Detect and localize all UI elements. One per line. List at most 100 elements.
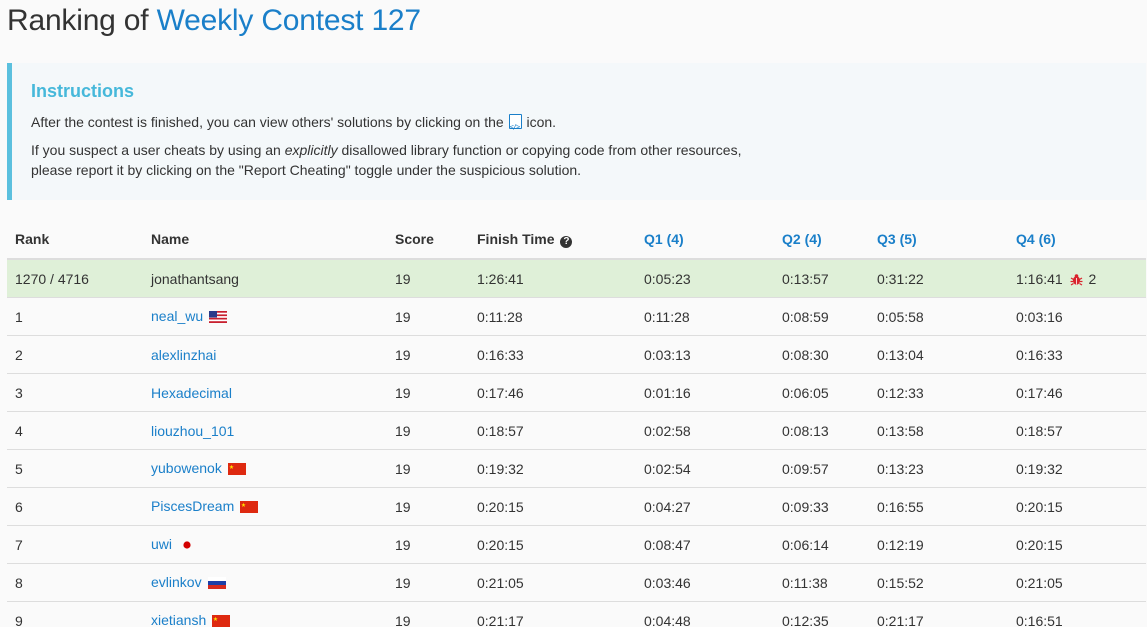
instructions-panel: Instructions After the contest is finish… bbox=[7, 63, 1146, 200]
header-q4[interactable]: Q4 (6) bbox=[1008, 220, 1146, 260]
header-q1[interactable]: Q1 (4) bbox=[636, 220, 774, 260]
row-q4: 0:19:32 bbox=[1008, 449, 1146, 488]
row-rank: 1 bbox=[7, 297, 143, 336]
row-q4: 0:20:15 bbox=[1008, 487, 1146, 526]
row-score: 19 bbox=[387, 335, 469, 374]
row-name-cell: evlinkov bbox=[143, 563, 387, 602]
self-q4-time: 1:16:41 bbox=[1016, 270, 1063, 287]
row-q4: 0:18:57 bbox=[1008, 411, 1146, 450]
row-score: 19 bbox=[387, 373, 469, 412]
row-q2: 0:09:57 bbox=[774, 449, 869, 488]
self-q4-bug-count: 2 bbox=[1088, 270, 1097, 287]
user-link[interactable]: liouzhou_101 bbox=[151, 423, 234, 439]
user-link[interactable]: yubowenok bbox=[151, 460, 222, 476]
user-link[interactable]: xietiansh bbox=[151, 612, 206, 627]
row-q3: 0:15:52 bbox=[869, 563, 1008, 602]
row-q4: 0:03:16 bbox=[1008, 297, 1146, 336]
row-q1: 0:01:16 bbox=[636, 373, 774, 412]
row-score: 19 bbox=[387, 449, 469, 488]
row-q3: 0:05:58 bbox=[869, 297, 1008, 336]
contest-link[interactable]: Weekly Contest 127 bbox=[157, 4, 422, 37]
row-finish: 0:17:46 bbox=[469, 373, 636, 412]
table-row: 1 neal_wu 19 0:11:28 0:11:28 0:08:59 0:05:58 0:… bbox=[7, 297, 1146, 336]
header-finish-time: Finish Time ? bbox=[469, 220, 636, 260]
user-link[interactable]: alexlinzhai bbox=[151, 347, 216, 363]
title-prefix: Ranking of bbox=[7, 4, 149, 37]
row-q3: 0:16:55 bbox=[869, 487, 1008, 526]
table-row: 4 liouzhou_101 19 0:18:57 0:02:58 0:08:13 0:13… bbox=[7, 411, 1146, 450]
table-header-row: Rank Name Score Finish Time ? Q1 (4) Q2 … bbox=[7, 220, 1146, 260]
self-q1-time: 0:05:23 bbox=[636, 259, 774, 298]
row-score: 19 bbox=[387, 297, 469, 336]
row-q3: 0:13:58 bbox=[869, 411, 1008, 450]
header-q2[interactable]: Q2 (4) bbox=[774, 220, 869, 260]
row-score: 19 bbox=[387, 411, 469, 450]
row-q3: 0:12:19 bbox=[869, 525, 1008, 564]
row-name-cell: alexlinzhai bbox=[143, 335, 387, 374]
row-finish: 0:19:32 bbox=[469, 449, 636, 488]
row-q4: 0:21:05 bbox=[1008, 563, 1146, 602]
bug-icon bbox=[1070, 273, 1083, 286]
user-link[interactable]: PiscesDream bbox=[151, 498, 234, 514]
ranking-page: Ranking of Weekly Contest 127 Instructio… bbox=[0, 0, 1147, 627]
row-q4: 0:17:46 bbox=[1008, 373, 1146, 412]
row-q3: 0:12:33 bbox=[869, 373, 1008, 412]
question-circle-icon[interactable]: ? bbox=[560, 235, 573, 248]
row-q2: 0:06:14 bbox=[774, 525, 869, 564]
us-flag-icon bbox=[209, 310, 228, 326]
row-score: 19 bbox=[387, 487, 469, 526]
row-q1: 0:04:27 bbox=[636, 487, 774, 526]
row-finish: 0:21:05 bbox=[469, 563, 636, 602]
row-q2: 0:09:33 bbox=[774, 487, 869, 526]
table-row: 6 PiscesDream 19 0:20:15 0:04:27 0:09:33 0:16:… bbox=[7, 487, 1146, 526]
self-q4-cell: 1:16:41 2 bbox=[1008, 259, 1146, 298]
row-q2: 0:11:38 bbox=[774, 563, 869, 602]
row-q2: 0:12:35 bbox=[774, 601, 869, 627]
row-name-cell: uwi bbox=[143, 525, 387, 564]
row-rank: 3 bbox=[7, 373, 143, 412]
row-q1: 0:02:58 bbox=[636, 411, 774, 450]
table-row: 8 evlinkov 19 0:21:05 0:03:46 0:11:38 0:15:52 0… bbox=[7, 563, 1146, 602]
row-finish: 0:20:15 bbox=[469, 487, 636, 526]
row-q2: 0:08:13 bbox=[774, 411, 869, 450]
row-q4: 0:20:15 bbox=[1008, 525, 1146, 564]
user-link[interactable]: evlinkov bbox=[151, 574, 202, 590]
instructions-line-1-text: After the contest is finished, you can v… bbox=[31, 114, 504, 130]
row-q4: 0:16:33 bbox=[1008, 335, 1146, 374]
row-rank: 2 bbox=[7, 335, 143, 374]
instructions-heading: Instructions bbox=[31, 81, 135, 101]
japan-flag-icon bbox=[178, 538, 197, 554]
user-link[interactable]: uwi bbox=[151, 536, 172, 552]
row-q2: 0:08:59 bbox=[774, 297, 869, 336]
row-rank: 4 bbox=[7, 411, 143, 450]
user-link[interactable]: Hexadecimal bbox=[151, 385, 232, 401]
china-flag-icon bbox=[212, 614, 231, 627]
row-score: 19 bbox=[387, 525, 469, 564]
row-rank: 9 bbox=[7, 601, 143, 627]
instructions-line-1: After the contest is finished, you can v… bbox=[31, 112, 1146, 137]
china-flag-icon bbox=[240, 500, 259, 516]
row-q3: 0:21:17 bbox=[869, 601, 1008, 627]
row-q1: 0:02:54 bbox=[636, 449, 774, 488]
row-score: 19 bbox=[387, 601, 469, 627]
instructions-emphasis: explicitly bbox=[284, 142, 338, 158]
row-name-cell: neal_wu bbox=[143, 297, 387, 336]
instructions-line-2-text: If you suspect a user cheats by using an bbox=[31, 142, 281, 158]
header-score: Score bbox=[387, 220, 469, 260]
header-name: Name bbox=[143, 220, 387, 260]
row-q2: 0:08:30 bbox=[774, 335, 869, 374]
code-solution-icon bbox=[508, 114, 522, 137]
self-q3-time: 0:31:22 bbox=[869, 259, 1008, 298]
row-finish: 0:18:57 bbox=[469, 411, 636, 450]
row-finish: 0:20:15 bbox=[469, 525, 636, 564]
row-q2: 0:06:05 bbox=[774, 373, 869, 412]
table-row: 3 Hexadecimal 19 0:17:46 0:01:16 0:06:05 0:12:… bbox=[7, 373, 1146, 412]
row-rank: 5 bbox=[7, 449, 143, 488]
header-q3[interactable]: Q3 (5) bbox=[869, 220, 1008, 260]
user-link[interactable]: neal_wu bbox=[151, 308, 203, 324]
row-q1: 0:03:13 bbox=[636, 335, 774, 374]
row-finish: 0:21:17 bbox=[469, 601, 636, 627]
instructions-line-3: please report it by clicking on the "Rep… bbox=[31, 162, 582, 178]
instructions-line-2-end: disallowed library function or copying c… bbox=[341, 142, 742, 158]
instructions-line-1-end: icon. bbox=[526, 114, 557, 130]
